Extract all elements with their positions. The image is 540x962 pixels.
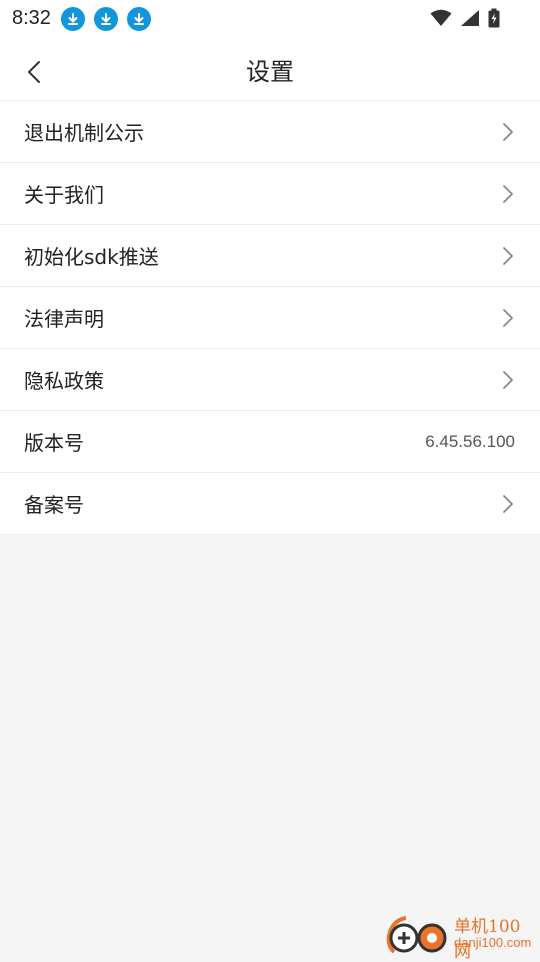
status-icons xyxy=(430,8,500,32)
signal-icon xyxy=(460,9,480,31)
status-bar: 8:32 xyxy=(0,0,540,38)
settings-item-label: 退出机制公示 xyxy=(24,121,144,145)
app-header: 设置 xyxy=(0,38,540,101)
settings-item-privacy-policy[interactable]: 隐私政策 xyxy=(0,349,540,411)
settings-item-legal-statement[interactable]: 法律声明 xyxy=(0,287,540,349)
settings-item-init-sdk-push[interactable]: 初始化sdk推送 xyxy=(0,225,540,287)
download-icon xyxy=(61,7,85,31)
settings-item-label: 初始化sdk推送 xyxy=(24,245,159,269)
settings-item-label: 备案号 xyxy=(24,493,84,517)
settings-item-label: 隐私政策 xyxy=(24,369,104,393)
settings-item-exit-mechanism[interactable]: 退出机制公示 xyxy=(0,101,540,163)
download-icon xyxy=(94,7,118,31)
settings-item-label: 版本号 xyxy=(24,431,84,455)
wifi-icon xyxy=(430,9,452,31)
settings-item-version: 版本号 6.45.56.100 xyxy=(0,411,540,473)
settings-item-label: 关于我们 xyxy=(24,183,104,207)
page-title: 设置 xyxy=(246,58,294,86)
chevron-right-icon xyxy=(503,495,513,513)
download-icon xyxy=(127,7,151,31)
settings-item-label: 法律声明 xyxy=(24,307,104,331)
danji100-logo xyxy=(386,916,447,954)
chevron-right-icon xyxy=(503,185,513,203)
version-value: 6.45.56.100 xyxy=(425,431,515,451)
status-time: 8:32 xyxy=(12,7,51,29)
battery-charging-icon xyxy=(488,8,500,32)
watermark-url: danji100.com xyxy=(454,935,532,950)
settings-item-filing-number[interactable]: 备案号 xyxy=(0,473,540,535)
watermark: 单机100网 danji100.com xyxy=(384,912,534,962)
settings-item-about-us[interactable]: 关于我们 xyxy=(0,163,540,225)
chevron-right-icon xyxy=(503,123,513,141)
chevron-right-icon xyxy=(503,247,513,265)
chevron-right-icon xyxy=(503,309,513,327)
settings-list: 退出机制公示 关于我们 初始化sdk推送 法律声明 隐私政策 版本号 6.45.… xyxy=(0,101,540,535)
chevron-right-icon xyxy=(503,371,513,389)
